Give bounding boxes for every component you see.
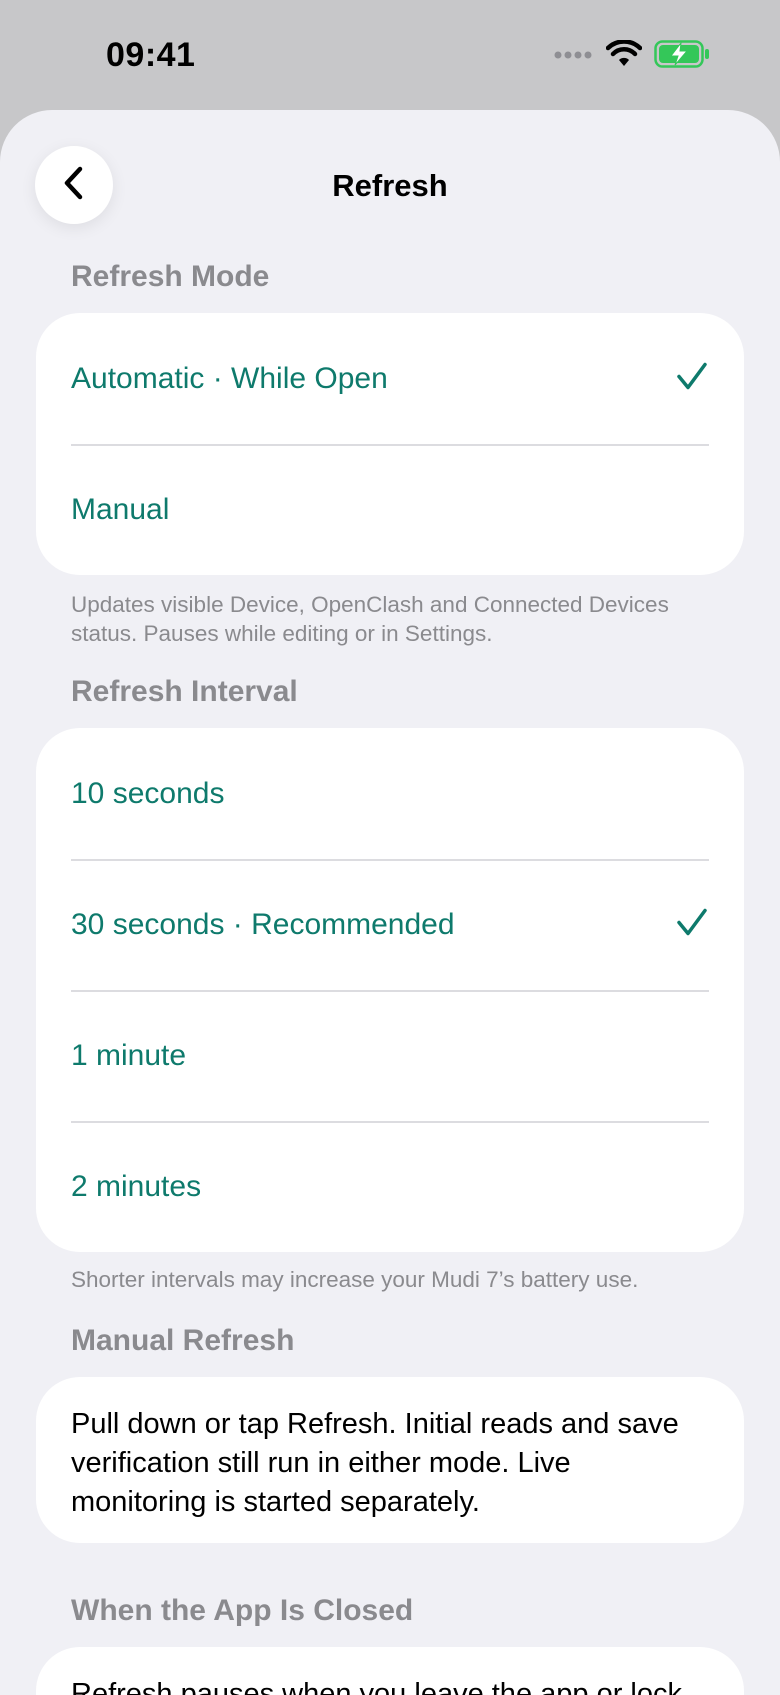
option-label: 30 seconds · Recommended: [71, 907, 455, 941]
refresh-mode-footnote: Updates visible Device, OpenClash and Co…: [71, 592, 669, 646]
refresh-mode-header: Refresh Mode: [71, 260, 270, 293]
option-manual[interactable]: Manual: [36, 444, 744, 575]
status-time: 09:41: [106, 36, 196, 74]
option-30-seconds[interactable]: 30 seconds · Recommended: [36, 859, 744, 990]
battery-charging-icon: [654, 39, 710, 73]
status-bar: 09:41: [0, 0, 780, 110]
option-label: 10 seconds: [71, 776, 225, 810]
option-label: Manual: [71, 492, 170, 526]
option-1-minute[interactable]: 1 minute: [36, 990, 744, 1121]
manual-refresh-text: Pull down or tap Refresh. Initial reads …: [71, 1408, 679, 1518]
app-closed-header: When the App Is Closed: [71, 1594, 414, 1627]
option-label: 1 minute: [71, 1038, 187, 1072]
option-label: 2 minutes: [71, 1169, 202, 1203]
settings-sheet: Refresh Refresh Mode Automatic · While O…: [0, 110, 780, 1695]
refresh-mode-card: Automatic · While Open Manual: [36, 313, 744, 575]
option-2-minutes[interactable]: 2 minutes: [36, 1121, 744, 1252]
refresh-interval-card: 10 seconds 30 seconds · Recommended 1 mi…: [36, 728, 744, 1252]
option-automatic-while-open[interactable]: Automatic · While Open: [36, 313, 744, 444]
page-title: Refresh: [332, 168, 448, 203]
status-icons: [554, 38, 710, 73]
refresh-interval-header: Refresh Interval: [71, 675, 298, 708]
option-label: Automatic · While Open: [71, 361, 388, 395]
refresh-interval-footnote: Shorter intervals may increase your Mudi…: [71, 1267, 639, 1292]
app-closed-card: Refresh pauses when you leave the app or…: [36, 1647, 744, 1695]
checkmark-icon: [676, 361, 708, 396]
manual-refresh-header: Manual Refresh: [71, 1324, 295, 1357]
signal-dots-icon: [554, 47, 594, 65]
wifi-icon: [605, 38, 643, 73]
checkmark-icon: [676, 907, 708, 942]
app-closed-text: Refresh pauses when you leave the app or…: [71, 1678, 682, 1695]
option-10-seconds[interactable]: 10 seconds: [36, 728, 744, 859]
manual-refresh-card: Pull down or tap Refresh. Initial reads …: [36, 1377, 744, 1543]
